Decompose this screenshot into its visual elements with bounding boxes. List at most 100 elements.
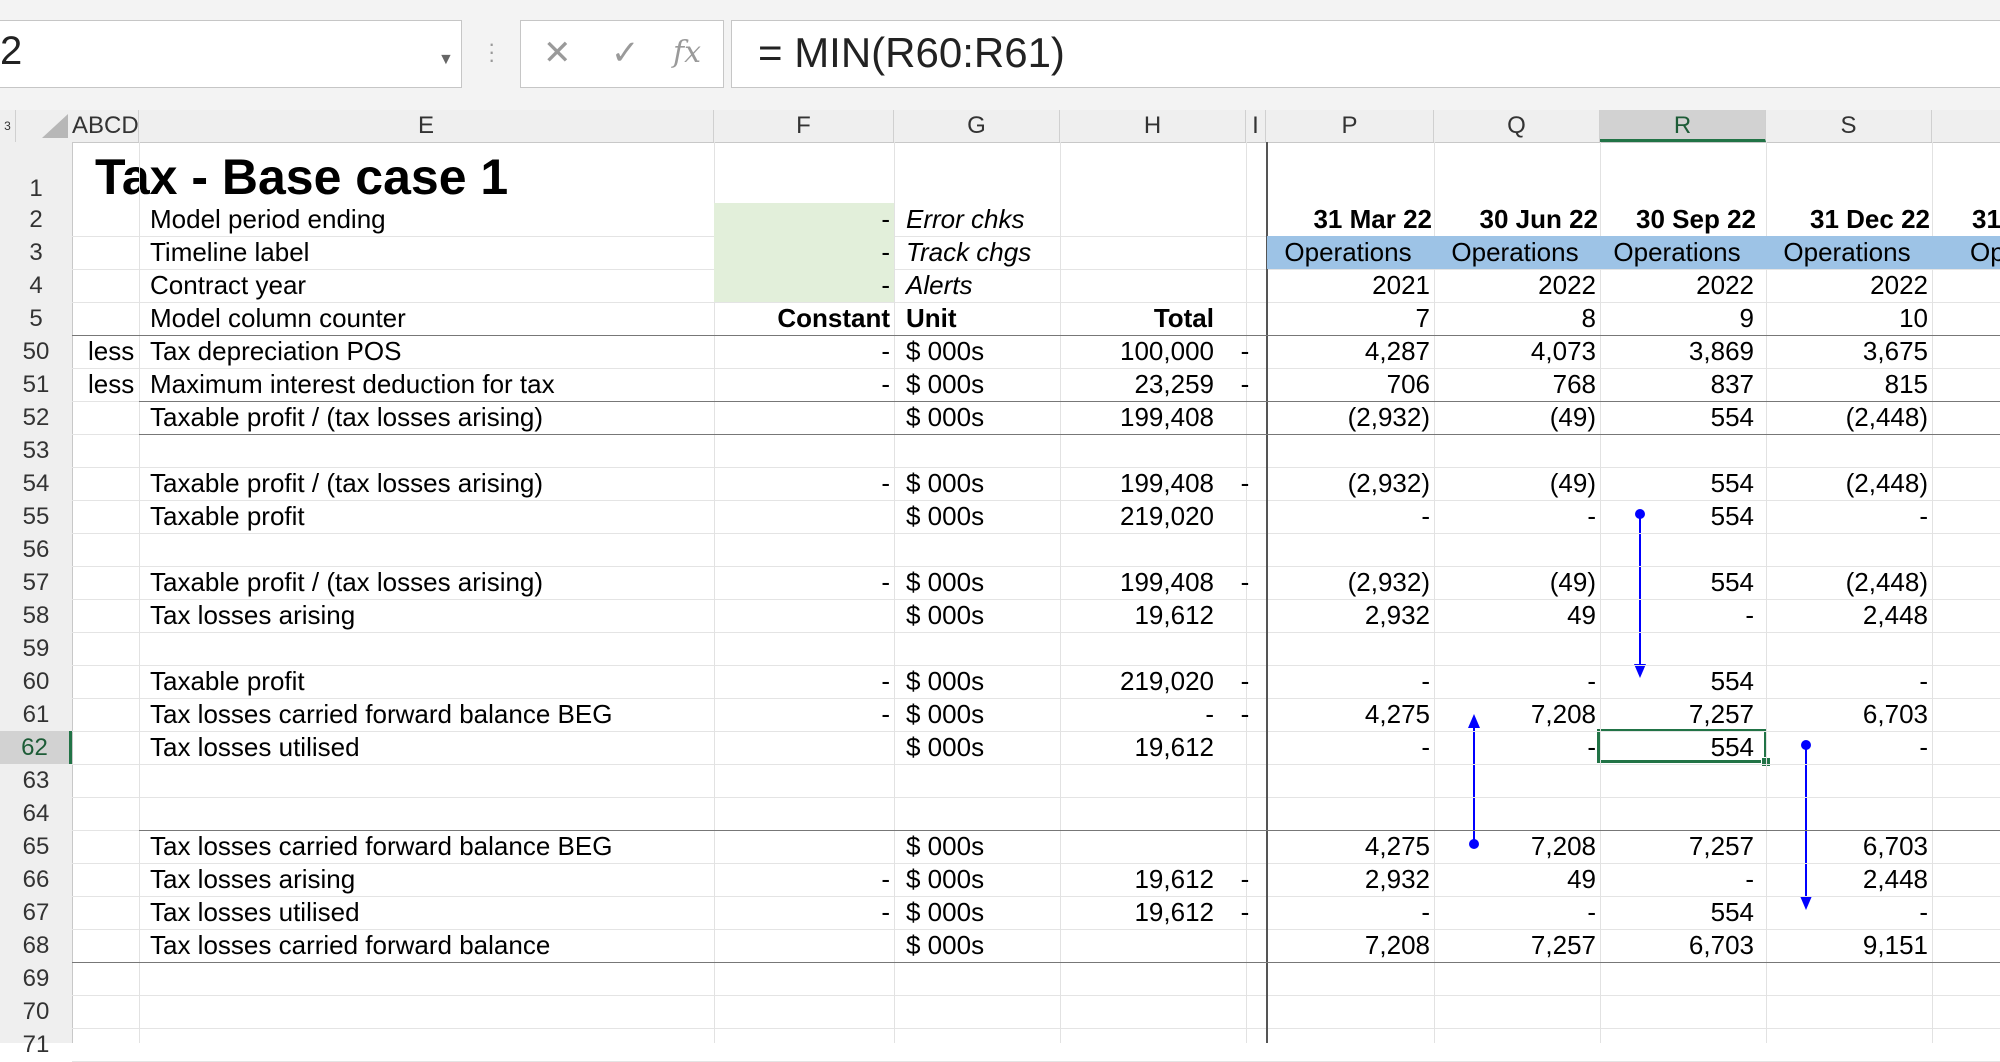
- cell-s57[interactable]: (2,448): [1766, 566, 1928, 599]
- row-prefix-50[interactable]: less: [88, 335, 134, 368]
- cell-g4[interactable]: Alerts: [906, 269, 972, 302]
- row-label-65[interactable]: Tax losses carried forward balance BEG: [150, 830, 612, 863]
- cell-f66[interactable]: -: [714, 863, 890, 896]
- row-label-66[interactable]: Tax losses arising: [150, 863, 355, 896]
- cell-p67[interactable]: -: [1266, 896, 1430, 929]
- row-label-62[interactable]: Tax losses utilised: [150, 731, 360, 764]
- cell-r54[interactable]: 554: [1600, 467, 1754, 500]
- cell-total-66[interactable]: 19,612: [1060, 863, 1214, 896]
- cell-r62[interactable]: 554: [1600, 731, 1754, 764]
- cell-unit-52[interactable]: $ 000s: [906, 401, 984, 434]
- cell-total-67[interactable]: 19,612: [1060, 896, 1214, 929]
- row-label-2[interactable]: Model period ending: [150, 203, 386, 236]
- row-label-61[interactable]: Tax losses carried forward balance BEG: [150, 698, 612, 731]
- cell-q51[interactable]: 768: [1434, 368, 1596, 401]
- cell-i67[interactable]: -: [1232, 896, 1258, 929]
- cell-q62[interactable]: -: [1434, 731, 1596, 764]
- cell-q66[interactable]: 49: [1434, 863, 1596, 896]
- period-counter-q[interactable]: 8: [1434, 302, 1596, 335]
- cell-q54[interactable]: (49): [1434, 467, 1596, 500]
- cell-total-62[interactable]: 19,612: [1060, 731, 1214, 764]
- cell-g2[interactable]: Error chks: [906, 203, 1024, 236]
- cell-total-51[interactable]: 23,259: [1060, 368, 1214, 401]
- cell-p50[interactable]: 4,287: [1266, 335, 1430, 368]
- cell-r67[interactable]: 554: [1600, 896, 1754, 929]
- cell-total-57[interactable]: 199,408: [1060, 566, 1214, 599]
- cell-i61[interactable]: -: [1232, 698, 1258, 731]
- cell-p60[interactable]: -: [1266, 665, 1430, 698]
- cell-p65[interactable]: 4,275: [1266, 830, 1430, 863]
- cell-q67[interactable]: -: [1434, 896, 1596, 929]
- row-label-58[interactable]: Tax losses arising: [150, 599, 355, 632]
- cell-r55[interactable]: 554: [1600, 500, 1754, 533]
- cell-q61[interactable]: 7,208: [1434, 698, 1596, 731]
- cell-unit-51[interactable]: $ 000s: [906, 368, 984, 401]
- cell-q55[interactable]: -: [1434, 500, 1596, 533]
- row-label-3[interactable]: Timeline label: [150, 236, 309, 269]
- cell-i66[interactable]: -: [1232, 863, 1258, 896]
- row-label-57[interactable]: Taxable profit / (tax losses arising): [150, 566, 543, 599]
- cell-unit-60[interactable]: $ 000s: [906, 665, 984, 698]
- cell-total-50[interactable]: 100,000: [1060, 335, 1214, 368]
- cell-p51[interactable]: 706: [1266, 368, 1430, 401]
- cell-s58[interactable]: 2,448: [1766, 599, 1928, 632]
- cell-q68[interactable]: 7,257: [1434, 929, 1596, 962]
- cell-f50[interactable]: -: [714, 335, 890, 368]
- period-year-s[interactable]: 2022: [1766, 269, 1928, 302]
- cell-unit-61[interactable]: $ 000s: [906, 698, 984, 731]
- period-counter-r[interactable]: 9: [1600, 302, 1754, 335]
- cell-p54[interactable]: (2,932): [1266, 467, 1430, 500]
- cell-p52[interactable]: (2,932): [1266, 401, 1430, 434]
- cell-unit-67[interactable]: $ 000s: [906, 896, 984, 929]
- cell-i60[interactable]: -: [1232, 665, 1258, 698]
- cell-s68[interactable]: 9,151: [1766, 929, 1928, 962]
- cell-total-52[interactable]: 199,408: [1060, 401, 1214, 434]
- cell-f60[interactable]: -: [714, 665, 890, 698]
- cell-r65[interactable]: 7,257: [1600, 830, 1754, 863]
- row-label-67[interactable]: Tax losses utilised: [150, 896, 360, 929]
- cell-total-54[interactable]: 199,408: [1060, 467, 1214, 500]
- cell-r68[interactable]: 6,703: [1600, 929, 1754, 962]
- cell-r50[interactable]: 3,869: [1600, 335, 1754, 368]
- cell-s50[interactable]: 3,675: [1766, 335, 1928, 368]
- period-counter-p[interactable]: 7: [1266, 302, 1430, 335]
- row-label-55[interactable]: Taxable profit: [150, 500, 305, 533]
- cell-i51[interactable]: -: [1232, 368, 1258, 401]
- cell-s65[interactable]: 6,703: [1766, 830, 1928, 863]
- cell-q50[interactable]: 4,073: [1434, 335, 1596, 368]
- cell-q65[interactable]: 7,208: [1434, 830, 1596, 863]
- period-label-p[interactable]: Operations: [1262, 236, 1434, 269]
- cell-p62[interactable]: -: [1266, 731, 1430, 764]
- total-header[interactable]: Total: [1060, 302, 1214, 335]
- cell-s62[interactable]: -: [1766, 731, 1928, 764]
- cell-f67[interactable]: -: [714, 896, 890, 929]
- cell-p68[interactable]: 7,208: [1266, 929, 1430, 962]
- cell-i50[interactable]: -: [1232, 335, 1258, 368]
- period-label-r[interactable]: Operations: [1596, 236, 1758, 269]
- period-label-q[interactable]: Operations: [1430, 236, 1600, 269]
- cell-f54[interactable]: -: [714, 467, 890, 500]
- cell-i54[interactable]: -: [1232, 467, 1258, 500]
- constant-header[interactable]: Constant: [714, 302, 890, 335]
- period-date-r[interactable]: 30 Sep 22: [1600, 203, 1756, 236]
- cell-q60[interactable]: -: [1434, 665, 1596, 698]
- period-year-r[interactable]: 2022: [1600, 269, 1754, 302]
- cell-p61[interactable]: 4,275: [1266, 698, 1430, 731]
- cell-f51[interactable]: -: [714, 368, 890, 401]
- cell-s60[interactable]: -: [1766, 665, 1928, 698]
- cell-r51[interactable]: 837: [1600, 368, 1754, 401]
- period-date-p[interactable]: 31 Mar 22: [1266, 203, 1432, 236]
- cell-total-61[interactable]: -: [1060, 698, 1214, 731]
- cell-r57[interactable]: 554: [1600, 566, 1754, 599]
- cell-s51[interactable]: 815: [1766, 368, 1928, 401]
- period-date-next[interactable]: 31: [1972, 203, 2000, 236]
- cell-s66[interactable]: 2,448: [1766, 863, 1928, 896]
- period-year-q[interactable]: 2022: [1434, 269, 1596, 302]
- row-label-60[interactable]: Taxable profit: [150, 665, 305, 698]
- cell-q57[interactable]: (49): [1434, 566, 1596, 599]
- cell-p57[interactable]: (2,932): [1266, 566, 1430, 599]
- cell-g3[interactable]: Track chgs: [906, 236, 1031, 269]
- cell-unit-66[interactable]: $ 000s: [906, 863, 984, 896]
- cell-q52[interactable]: (49): [1434, 401, 1596, 434]
- period-date-q[interactable]: 30 Jun 22: [1434, 203, 1598, 236]
